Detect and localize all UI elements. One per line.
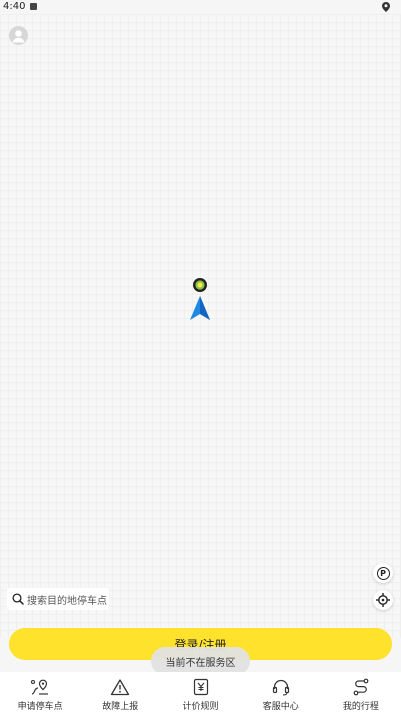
search-input[interactable]: 搜索目的地停车点 — [7, 588, 109, 610]
nav-label: 计价规则 — [182, 702, 219, 712]
status-time: 4:40 — [3, 1, 26, 12]
nav-pricing-rules[interactable]: 计价规则 — [160, 672, 240, 720]
nav-customer-service[interactable]: 客服中心 — [241, 672, 321, 720]
toast-message: 当前不在服务区 — [151, 647, 250, 675]
nav-label: 故障上报 — [102, 702, 139, 712]
nav-label: 申请停车点 — [17, 702, 63, 712]
bottom-nav: 申请停车点 故障上报 计价规则 客服中心 我的行程 — [0, 672, 401, 720]
avatar[interactable] — [9, 26, 28, 45]
nav-label: 我的行程 — [342, 702, 379, 712]
map-pin-icon — [31, 679, 49, 695]
status-bar: 4:40 — [0, 0, 401, 14]
current-location-marker — [188, 276, 212, 326]
toast-text: 当前不在服务区 — [165, 657, 236, 669]
parking-button[interactable]: P — [373, 563, 393, 583]
route-icon — [353, 678, 369, 696]
headset-icon — [272, 679, 289, 696]
nav-my-trips[interactable]: 我的行程 — [321, 672, 401, 720]
nav-fault-report[interactable]: 故障上报 — [80, 672, 160, 720]
search-icon — [12, 593, 24, 605]
locate-button[interactable] — [373, 590, 393, 610]
yen-icon — [193, 678, 208, 696]
search-placeholder: 搜索目的地停车点 — [27, 595, 107, 607]
map-view[interactable] — [0, 14, 401, 638]
notification-icon — [30, 3, 37, 10]
warning-icon — [111, 679, 130, 696]
parking-icon: P — [376, 566, 390, 580]
nav-apply-parking[interactable]: 申请停车点 — [0, 672, 80, 720]
crosshair-icon — [376, 593, 390, 607]
nav-label: 客服中心 — [262, 702, 299, 712]
